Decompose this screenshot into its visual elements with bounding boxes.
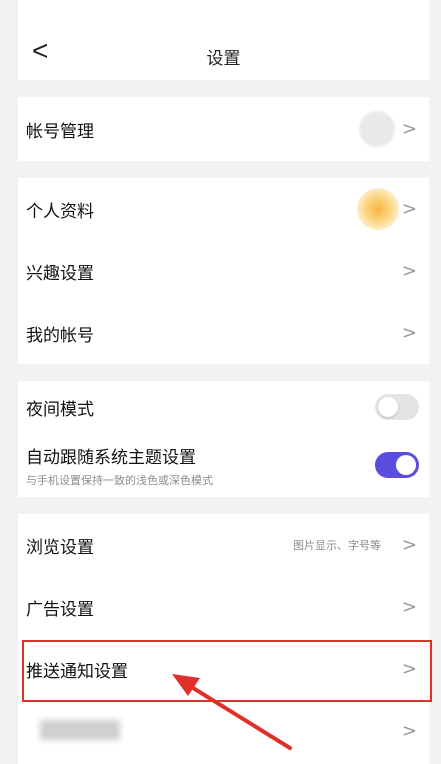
profile-label: 个人资料 xyxy=(26,201,94,221)
chevron-right-icon: > xyxy=(401,260,417,282)
auto-theme-label: 自动跟随系统主题设置 xyxy=(26,447,196,467)
auto-theme-toggle[interactable] xyxy=(375,452,419,478)
account-management-label: 帐号管理 xyxy=(26,121,94,141)
chevron-right-icon: > xyxy=(401,720,417,742)
ad-settings-label: 广告设置 xyxy=(26,599,94,619)
chevron-right-icon: > xyxy=(401,596,417,618)
profile-row[interactable]: 个人资料 > xyxy=(18,178,429,240)
toggle-knob xyxy=(396,455,416,475)
avatar xyxy=(359,111,395,147)
settings-page: < 设置 帐号管理 > 个人资料 > 兴趣设置 > 我的帐号 > 夜间模式 自动… xyxy=(0,0,441,764)
blurred-label xyxy=(40,720,120,740)
auto-theme-subtitle: 与手机设置保持一致的浅色或深色模式 xyxy=(26,474,213,487)
avatar xyxy=(357,188,399,230)
interests-label: 兴趣设置 xyxy=(26,263,94,283)
chevron-right-icon: > xyxy=(401,198,417,220)
night-mode-label: 夜间模式 xyxy=(26,399,94,419)
browse-settings-label: 浏览设置 xyxy=(26,537,94,557)
display-group: 夜间模式 自动跟随系统主题设置 与手机设置保持一致的浅色或深色模式 xyxy=(18,381,429,497)
interests-row[interactable]: 兴趣设置 > xyxy=(18,240,429,302)
browse-settings-row[interactable]: 浏览设置 图片显示、字号等 > xyxy=(18,514,429,576)
account-group: 帐号管理 > xyxy=(18,97,429,161)
header-bar: < 设置 xyxy=(18,0,429,80)
page-title: 设置 xyxy=(206,49,241,68)
profile-group: 个人资料 > 兴趣设置 > 我的帐号 > xyxy=(18,178,429,364)
account-management-row[interactable]: 帐号管理 > xyxy=(18,97,429,161)
chevron-right-icon: > xyxy=(401,118,417,140)
night-mode-toggle[interactable] xyxy=(375,394,419,420)
toggle-knob xyxy=(378,397,398,417)
browse-settings-hint: 图片显示、字号等 xyxy=(293,540,381,552)
my-account-row[interactable]: 我的帐号 > xyxy=(18,302,429,364)
highlight-box xyxy=(22,640,432,702)
ad-settings-row[interactable]: 广告设置 > xyxy=(18,576,429,638)
night-mode-row: 夜间模式 xyxy=(18,381,429,433)
chevron-right-icon: > xyxy=(401,322,417,344)
chevron-right-icon: > xyxy=(401,534,417,556)
my-account-label: 我的帐号 xyxy=(26,325,94,345)
auto-theme-row: 自动跟随系统主题设置 与手机设置保持一致的浅色或深色模式 xyxy=(18,433,429,497)
